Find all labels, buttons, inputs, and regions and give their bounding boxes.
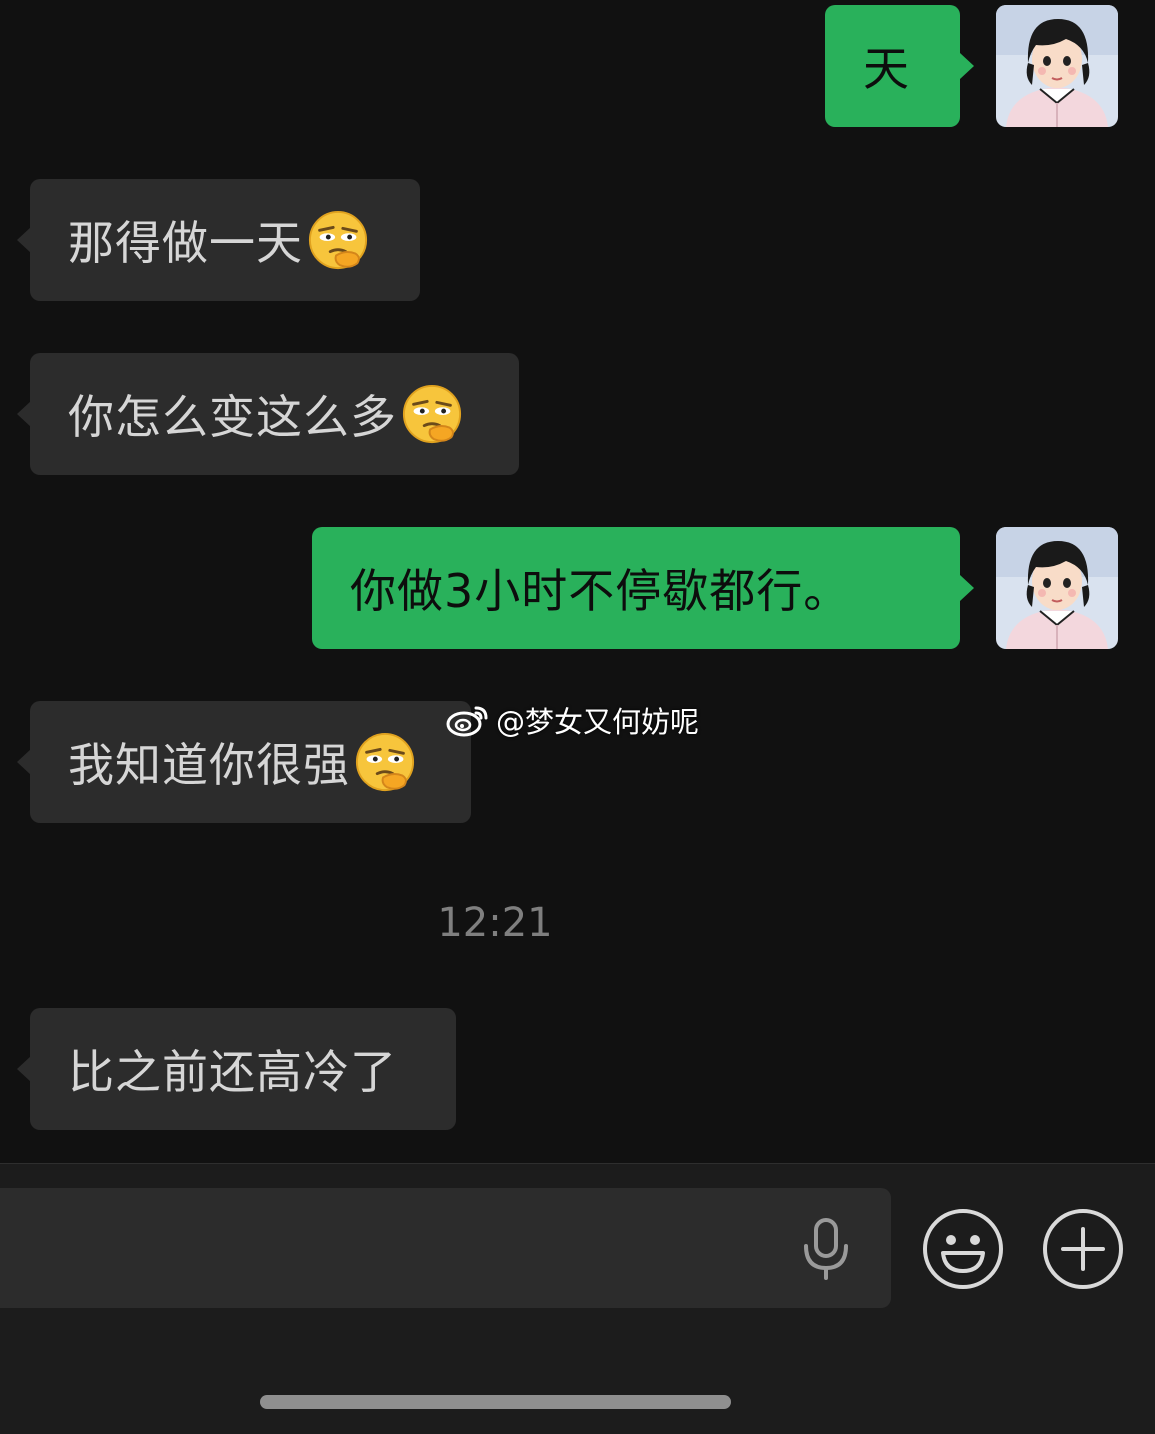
home-indicator[interactable]: [260, 1395, 731, 1409]
watermark-text: @梦女又何妨呢: [496, 705, 700, 739]
timestamp: 12:21: [437, 900, 553, 946]
input-bar: [0, 1163, 1155, 1434]
incoming-message[interactable]: 我知道你很强: [17, 701, 471, 823]
incoming-message[interactable]: 你怎么变这么多: [17, 353, 519, 475]
message-text: 天: [863, 42, 910, 96]
incoming-message[interactable]: 比之前还高冷了: [17, 1008, 456, 1130]
plus-icon[interactable]: [1041, 1207, 1125, 1291]
thinking-face-icon: [354, 731, 416, 793]
message-text: 你做3小时不停歇都行。: [350, 564, 851, 618]
avatar[interactable]: [996, 5, 1118, 127]
microphone-icon[interactable]: [800, 1218, 852, 1280]
watermark: @梦女又何妨呢: [446, 698, 699, 742]
incoming-message[interactable]: 那得做一天: [17, 179, 420, 301]
message-text: 比之前还高冷了: [68, 1045, 397, 1099]
thinking-face-icon: [401, 383, 463, 445]
weibo-logo-icon: [446, 706, 488, 737]
message-text: 你怎么变这么多: [68, 390, 397, 444]
message-text: 我知道你很强: [68, 738, 350, 792]
smiley-face-icon[interactable]: [921, 1207, 1005, 1291]
outgoing-message[interactable]: 你做3小时不停歇都行。: [312, 527, 974, 649]
message-input[interactable]: [0, 1188, 891, 1308]
avatar[interactable]: [996, 527, 1118, 649]
thinking-face-icon: [307, 209, 369, 271]
outgoing-message[interactable]: 天: [825, 5, 974, 127]
message-text: 那得做一天: [68, 216, 303, 270]
